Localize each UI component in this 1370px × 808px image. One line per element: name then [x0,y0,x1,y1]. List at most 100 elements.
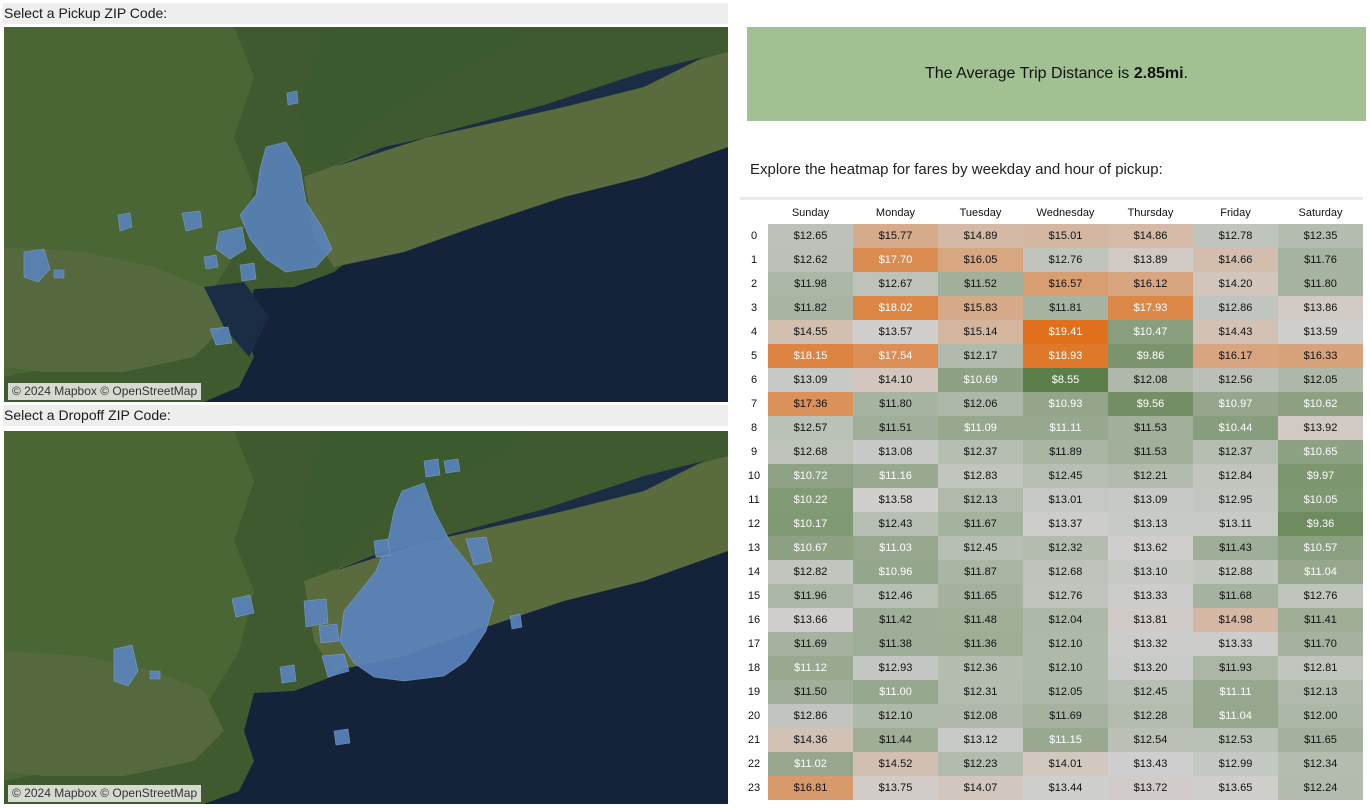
heatmap-cell[interactable]: $14.86 [1108,224,1193,248]
heatmap-cell[interactable]: $18.02 [853,296,938,320]
heatmap-cell[interactable]: $13.75 [853,776,938,800]
heatmap-cell[interactable]: $12.10 [853,704,938,728]
heatmap-cell[interactable]: $14.36 [768,728,853,752]
heatmap-cell[interactable]: $13.92 [1278,416,1363,440]
heatmap-cell[interactable]: $11.93 [1193,656,1278,680]
heatmap-cell[interactable]: $10.72 [768,464,853,488]
heatmap-cell[interactable]: $11.89 [1023,440,1108,464]
heatmap-cell[interactable]: $13.62 [1108,536,1193,560]
heatmap-cell[interactable]: $10.67 [768,536,853,560]
heatmap-cell[interactable]: $13.72 [1108,776,1193,800]
heatmap-cell[interactable]: $11.00 [853,680,938,704]
heatmap-cell[interactable]: $12.84 [1193,464,1278,488]
heatmap-cell[interactable]: $13.43 [1108,752,1193,776]
heatmap-cell[interactable]: $13.89 [1108,248,1193,272]
heatmap-cell[interactable]: $12.13 [1278,680,1363,704]
heatmap-cell[interactable]: $11.16 [853,464,938,488]
heatmap-cell[interactable]: $11.98 [768,272,853,296]
heatmap-cell[interactable]: $17.93 [1108,296,1193,320]
heatmap-cell[interactable]: $12.37 [1193,440,1278,464]
heatmap-cell[interactable]: $12.65 [768,224,853,248]
heatmap-cell[interactable]: $12.08 [1108,368,1193,392]
heatmap-cell[interactable]: $11.41 [1278,608,1363,632]
heatmap-cell[interactable]: $12.46 [853,584,938,608]
heatmap-cell[interactable]: $14.07 [938,776,1023,800]
heatmap-cell[interactable]: $15.77 [853,224,938,248]
heatmap-cell[interactable]: $12.82 [768,560,853,584]
heatmap-cell[interactable]: $12.76 [1278,584,1363,608]
heatmap-cell[interactable]: $12.93 [853,656,938,680]
heatmap-cell[interactable]: $11.76 [1278,248,1363,272]
heatmap-cell[interactable]: $11.68 [1193,584,1278,608]
heatmap-cell[interactable]: $11.67 [938,512,1023,536]
heatmap-cell[interactable]: $10.69 [938,368,1023,392]
pickup-map[interactable]: © 2024 Mapbox © OpenStreetMap [4,27,728,402]
heatmap-cell[interactable]: $11.69 [1023,704,1108,728]
heatmap-cell[interactable]: $16.33 [1278,344,1363,368]
dropoff-map[interactable]: © 2024 Mapbox © OpenStreetMap [4,431,728,804]
heatmap-cell[interactable]: $11.80 [853,392,938,416]
heatmap-cell[interactable]: $12.45 [1023,464,1108,488]
heatmap-cell[interactable]: $12.28 [1108,704,1193,728]
heatmap-cell[interactable]: $10.65 [1278,440,1363,464]
heatmap-cell[interactable]: $10.17 [768,512,853,536]
pickup-map-canvas[interactable] [4,27,728,402]
heatmap-cell[interactable]: $12.23 [938,752,1023,776]
heatmap-cell[interactable]: $10.44 [1193,416,1278,440]
heatmap-cell[interactable]: $10.97 [1193,392,1278,416]
heatmap-cell[interactable]: $12.45 [938,536,1023,560]
heatmap-cell[interactable]: $11.11 [1193,680,1278,704]
heatmap-cell[interactable]: $11.80 [1278,272,1363,296]
heatmap-cell[interactable]: $12.10 [1023,656,1108,680]
heatmap-cell[interactable]: $13.81 [1108,608,1193,632]
heatmap-cell[interactable]: $19.41 [1023,320,1108,344]
heatmap-cell[interactable]: $12.05 [1023,680,1108,704]
heatmap-cell[interactable]: $13.59 [1278,320,1363,344]
heatmap-cell[interactable]: $14.43 [1193,320,1278,344]
heatmap-cell[interactable]: $15.01 [1023,224,1108,248]
heatmap-cell[interactable]: $12.76 [1023,584,1108,608]
heatmap-cell[interactable]: $12.35 [1278,224,1363,248]
heatmap-cell[interactable]: $10.47 [1108,320,1193,344]
heatmap-cell[interactable]: $13.65 [1193,776,1278,800]
heatmap-cell[interactable]: $11.04 [1193,704,1278,728]
heatmap-cell[interactable]: $9.36 [1278,512,1363,536]
heatmap-cell[interactable]: $12.00 [1278,704,1363,728]
heatmap-cell[interactable]: $11.96 [768,584,853,608]
heatmap-cell[interactable]: $12.32 [1023,536,1108,560]
heatmap-cell[interactable]: $12.57 [768,416,853,440]
heatmap-cell[interactable]: $11.38 [853,632,938,656]
heatmap-cell[interactable]: $11.48 [938,608,1023,632]
heatmap-cell[interactable]: $13.33 [1193,632,1278,656]
heatmap-cell[interactable]: $12.68 [768,440,853,464]
heatmap-cell[interactable]: $12.37 [938,440,1023,464]
heatmap-cell[interactable]: $13.11 [1193,512,1278,536]
heatmap-cell[interactable]: $11.87 [938,560,1023,584]
heatmap-cell[interactable]: $11.03 [853,536,938,560]
heatmap-cell[interactable]: $11.11 [1023,416,1108,440]
pickup-map-attribution[interactable]: © 2024 Mapbox © OpenStreetMap [8,383,202,400]
heatmap-cell[interactable]: $17.36 [768,392,853,416]
heatmap-cell[interactable]: $12.45 [1108,680,1193,704]
heatmap-cell[interactable]: $17.54 [853,344,938,368]
dropoff-map-attribution[interactable]: © 2024 Mapbox © OpenStreetMap [8,785,202,802]
heatmap-cell[interactable]: $10.57 [1278,536,1363,560]
heatmap-cell[interactable]: $10.22 [768,488,853,512]
heatmap-cell[interactable]: $13.01 [1023,488,1108,512]
heatmap-cell[interactable]: $11.15 [1023,728,1108,752]
heatmap-cell[interactable]: $11.44 [853,728,938,752]
heatmap-cell[interactable]: $13.12 [938,728,1023,752]
heatmap-cell[interactable]: $12.31 [938,680,1023,704]
heatmap-cell[interactable]: $11.53 [1108,416,1193,440]
heatmap-cell[interactable]: $16.05 [938,248,1023,272]
heatmap-cell[interactable]: $16.81 [768,776,853,800]
heatmap-cell[interactable]: $13.09 [1108,488,1193,512]
heatmap-cell[interactable]: $8.55 [1023,368,1108,392]
heatmap-cell[interactable]: $14.89 [938,224,1023,248]
heatmap-cell[interactable]: $12.05 [1278,368,1363,392]
heatmap-cell[interactable]: $11.02 [768,752,853,776]
heatmap-cell[interactable]: $12.76 [1023,248,1108,272]
heatmap-cell[interactable]: $12.78 [1193,224,1278,248]
heatmap-cell[interactable]: $13.08 [853,440,938,464]
heatmap-cell[interactable]: $14.66 [1193,248,1278,272]
